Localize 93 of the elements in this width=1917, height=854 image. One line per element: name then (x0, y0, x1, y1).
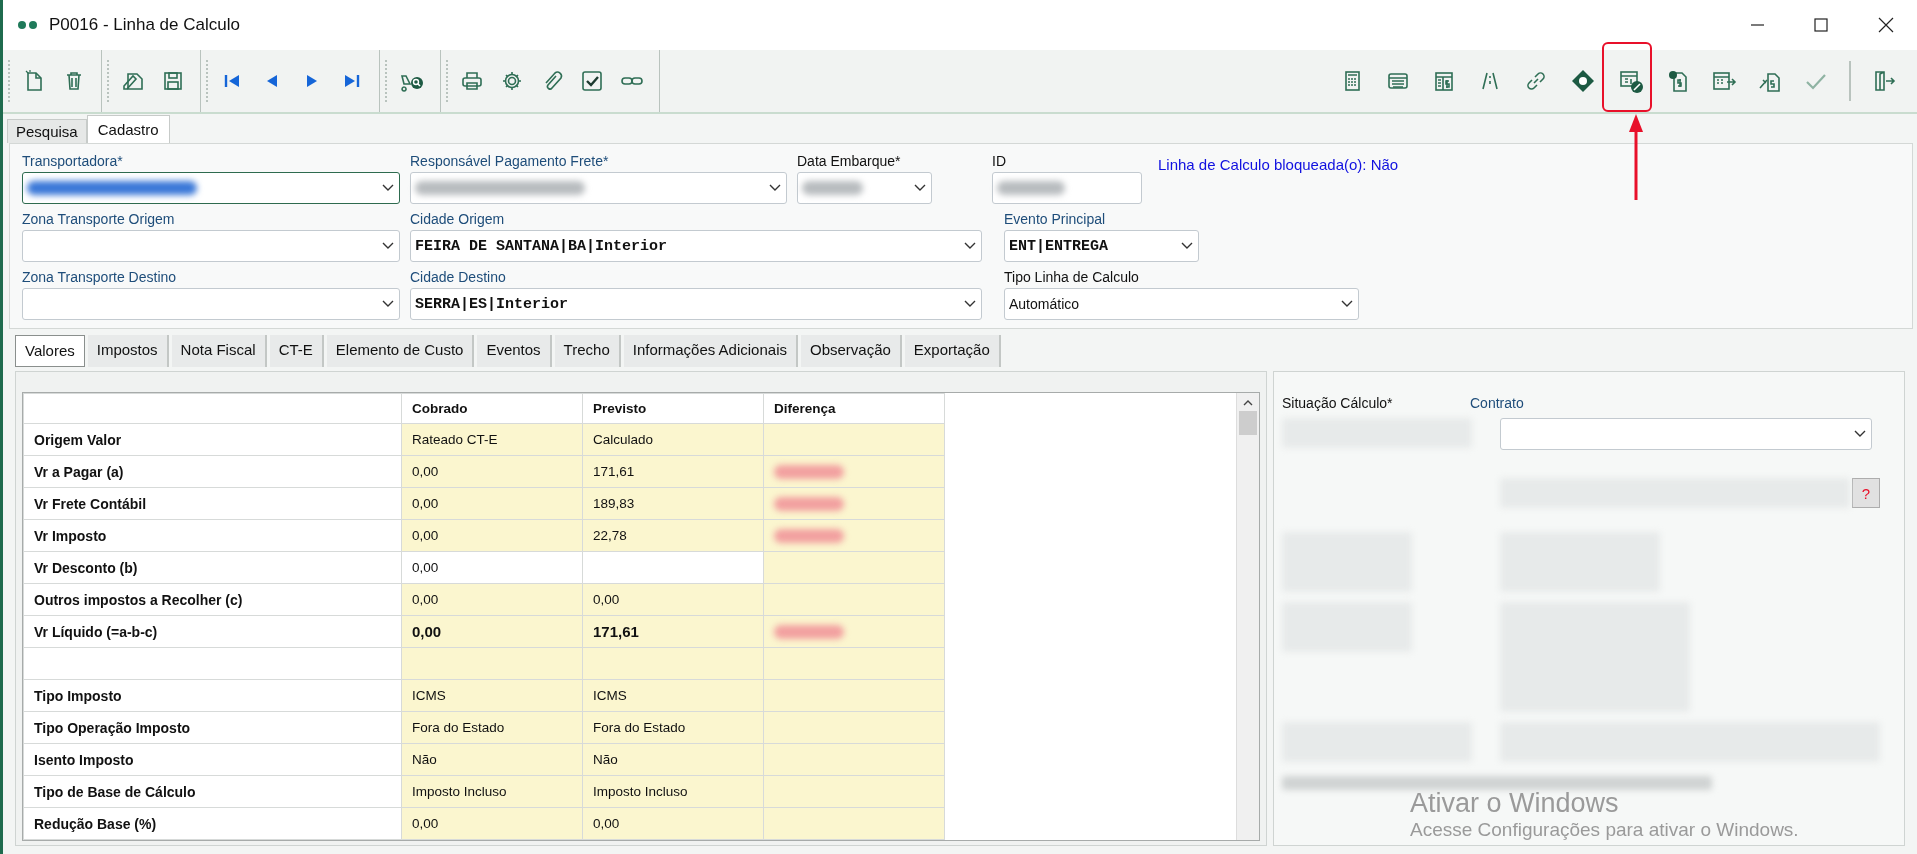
field-value: SERRA|ES|Interior (415, 295, 570, 313)
table-cell: 0,00 (401, 487, 583, 520)
table-cell: 0,00 (401, 615, 583, 648)
scroll-up-icon[interactable] (1242, 399, 1254, 407)
row-label: Vr Imposto (23, 519, 402, 552)
table-cell: 0,00 (401, 807, 583, 840)
field-label: Zona Transporte Origem (22, 210, 176, 229)
help-button[interactable]: ? (1852, 478, 1880, 508)
tab[interactable]: Informações Adicionais (623, 335, 798, 367)
table-cell: Imposto Incluso (401, 775, 583, 808)
tab[interactable]: Eventos (477, 335, 552, 367)
table-cell: Fora do Estado (582, 711, 764, 744)
row-label: Tipo Imposto (23, 679, 402, 712)
table-cell: Não (401, 743, 583, 776)
window-title: P0016 - Linha de Calculo (49, 15, 240, 35)
tab[interactable]: Pesquisa (7, 119, 87, 143)
tab[interactable]: Trecho (554, 335, 621, 367)
field-value: ENT|ENTREGA (1009, 237, 1110, 255)
field-label: Cidade Destino (410, 268, 507, 287)
row-label: Redução Base (%) (23, 807, 402, 840)
table-cell: ICMS (582, 679, 764, 712)
table-cell: Rateado CT-E (401, 423, 583, 456)
column-header: Previsto (582, 393, 764, 424)
column-header: Diferença (763, 393, 945, 424)
dropdown-caret-icon[interactable] (963, 299, 977, 309)
field-label: Responsável Pagamento Frete* (410, 152, 610, 171)
dropdown-caret-icon[interactable] (381, 183, 395, 193)
dropdown-caret-icon[interactable] (381, 299, 395, 309)
tab[interactable]: Exportação (904, 335, 1001, 367)
field-label: Contrato (1470, 394, 1524, 413)
table-cell: Não (582, 743, 764, 776)
tab[interactable]: CT-E (269, 335, 324, 367)
table-cell: ICMS (401, 679, 583, 712)
table-cell: 171,61 (582, 615, 764, 648)
column-header: Cobrado (401, 393, 583, 424)
row-label: Outros impostos a Recolher (c) (23, 583, 402, 616)
table-cell: 22,78 (582, 519, 764, 552)
row-label: Origem Valor (23, 423, 402, 456)
checkbox-icon[interactable] (579, 68, 605, 94)
dropdown-field[interactable]: FEIRA DE SANTANA|BA|Interior (410, 230, 982, 262)
dropdown-caret-icon[interactable] (1853, 429, 1867, 439)
table-cell[interactable]: 0,00 (401, 551, 583, 584)
field-label: ID (992, 152, 1007, 171)
dropdown-field[interactable]: SERRA|ES|Interior (410, 288, 982, 320)
table-cell: Imposto Incluso (582, 775, 764, 808)
lock-status-text: Linha de Calculo bloqueada(o): Não (1158, 155, 1399, 173)
row-label: Tipo de Base de Cálculo (23, 775, 402, 808)
table-cell: 171,61 (582, 455, 764, 488)
tab[interactable]: Valores (15, 335, 85, 367)
table-cell: 0,00 (401, 583, 583, 616)
row-label: Vr Frete Contábil (23, 487, 402, 520)
field-value: Automático (1009, 296, 1081, 312)
table-cell: 189,83 (582, 487, 764, 520)
activation-title: Ativar o Windows (1410, 788, 1620, 819)
row-label: Vr Desconto (b) (23, 551, 402, 584)
percent-sheet-icon[interactable] (1617, 68, 1645, 94)
row-label: Isento Imposto (23, 743, 402, 776)
dropdown-caret-icon[interactable] (381, 241, 395, 251)
scrollbar-thumb[interactable] (1239, 411, 1257, 435)
field-label: Transportadora* (22, 152, 124, 171)
table-cell: 0,00 (401, 455, 583, 488)
table-cell: Calculado (582, 423, 764, 456)
row-label: Vr Líquido (=a-b-c) (23, 615, 402, 648)
dropdown-caret-icon[interactable] (963, 241, 977, 251)
tab[interactable]: Cadastro (86, 115, 170, 143)
field-label: Situação Cálculo* (1282, 394, 1394, 413)
dropdown-caret-icon[interactable] (768, 183, 782, 193)
tab[interactable]: Observação (801, 335, 902, 367)
table-cell: 0,00 (401, 519, 583, 552)
table-cell: Fora do Estado (401, 711, 583, 744)
tab[interactable]: Nota Fiscal (171, 335, 267, 367)
table-cell: 0,00 (582, 583, 764, 616)
dropdown-caret-icon[interactable] (1340, 299, 1354, 309)
field-label: Tipo Linha de Calculo (1004, 268, 1140, 287)
input-field[interactable] (992, 172, 1142, 204)
dropdown-field[interactable]: ENT|ENTREGA (1004, 230, 1199, 262)
tab[interactable]: Elemento de Custo (326, 335, 475, 367)
app-logo-icon (17, 20, 39, 30)
field-value: FEIRA DE SANTANA|BA|Interior (415, 237, 669, 255)
dropdown-caret-icon[interactable] (913, 183, 927, 193)
dropdown-caret-icon[interactable] (1180, 241, 1194, 251)
field-label: Zona Transporte Destino (22, 268, 178, 287)
row-label: Vr a Pagar (a) (23, 455, 402, 488)
dropdown-field[interactable] (22, 172, 400, 204)
field-label: Cidade Origem (410, 210, 506, 229)
highlight-frame (1602, 42, 1652, 112)
dropdown-field[interactable]: Automático (1004, 288, 1359, 320)
row-label: Tipo Operação Imposto (23, 711, 402, 744)
field-label: Evento Principal (1004, 210, 1107, 229)
activation-text: Acesse Configurações para ativar o Windows. (1410, 819, 1799, 841)
field-label: Data Embarque* (797, 152, 902, 171)
table-cell: 0,00 (582, 807, 764, 840)
tab[interactable]: Impostos (87, 335, 169, 367)
